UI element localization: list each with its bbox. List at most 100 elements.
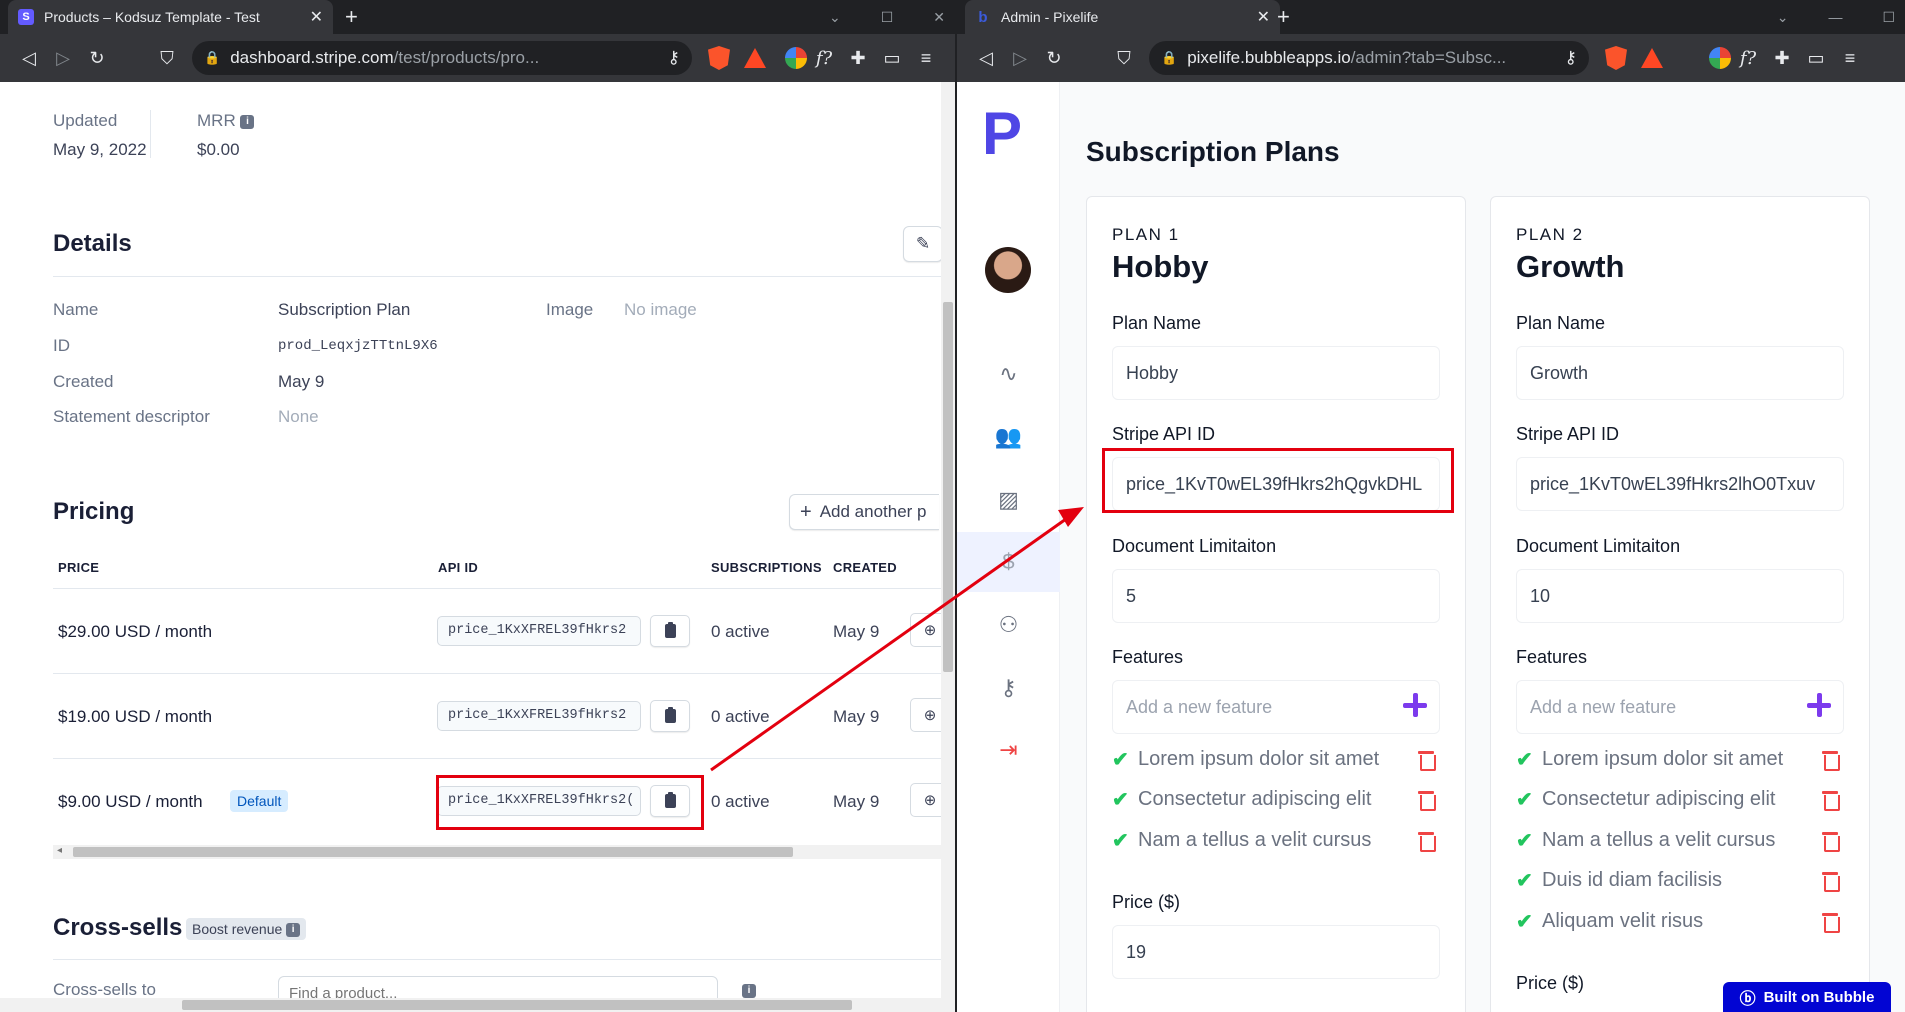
price-input[interactable]: 19 bbox=[1112, 925, 1440, 979]
chevron-down-icon[interactable]: ⌄ bbox=[1777, 9, 1789, 26]
bookmark-icon[interactable]: ⛉ bbox=[1107, 48, 1141, 69]
menu-icon[interactable]: ≡ bbox=[909, 48, 943, 69]
add-feature-plus-icon[interactable] bbox=[1807, 693, 1831, 717]
wallet-icon[interactable]: ▭ bbox=[875, 48, 909, 69]
feature-text: Nam a tellus a velit cursus bbox=[1542, 828, 1776, 851]
statement-descriptor-value: None bbox=[278, 407, 319, 426]
stripe-api-id-input[interactable]: price_1KvT0wEL39fHkrs2lhO0Txuv bbox=[1516, 457, 1844, 511]
trash-icon[interactable] bbox=[1822, 912, 1840, 933]
lock-icon: 🔒 bbox=[1161, 50, 1178, 65]
browser-tab-stripe[interactable]: S Products – Kodsuz Template - Test ✕ bbox=[8, 0, 333, 34]
new-feature-input[interactable]: Add a new feature bbox=[1112, 680, 1440, 734]
address-bar[interactable]: 🔒 dashboard.stripe.com/test/products/pro… bbox=[192, 41, 692, 75]
trash-icon[interactable] bbox=[1822, 831, 1840, 852]
minimize-icon[interactable]: — bbox=[1828, 9, 1842, 25]
copy-button[interactable] bbox=[650, 615, 690, 647]
bookmark-icon[interactable]: ⛉ bbox=[150, 48, 184, 69]
boost-revenue-badge: Boost revenue i bbox=[186, 918, 307, 941]
page-vertical-scrollbar[interactable] bbox=[941, 82, 955, 1012]
maximize-icon[interactable]: ☐ bbox=[881, 9, 894, 26]
trash-icon[interactable] bbox=[1418, 750, 1436, 771]
scrollbar-thumb[interactable] bbox=[73, 847, 793, 857]
feature-text: Consectetur adipiscing elit bbox=[1542, 787, 1776, 810]
maximize-icon[interactable]: ☐ bbox=[1882, 9, 1895, 26]
activity-icon[interactable]: ∿ bbox=[957, 344, 1060, 404]
copy-button[interactable] bbox=[650, 700, 690, 732]
reload-icon[interactable]: ↻ bbox=[1037, 48, 1071, 69]
document-limitation-input[interactable]: 10 bbox=[1516, 569, 1844, 623]
back-icon[interactable]: ◁ bbox=[969, 48, 1003, 69]
updated-label: Updated bbox=[53, 111, 118, 130]
menu-icon[interactable]: ≡ bbox=[1833, 48, 1867, 69]
extensions-puzzle-icon[interactable]: ✚ bbox=[841, 48, 875, 69]
wallet-icon[interactable]: ▭ bbox=[1799, 48, 1833, 69]
trash-icon[interactable] bbox=[1418, 790, 1436, 811]
function-extension-icon[interactable]: f? bbox=[807, 48, 841, 69]
close-window-icon[interactable]: ✕ bbox=[933, 9, 945, 26]
key-icon[interactable]: ⚷ bbox=[1565, 48, 1577, 68]
trash-icon[interactable] bbox=[1418, 831, 1436, 852]
table-horizontal-scrollbar[interactable]: ◂ bbox=[53, 845, 941, 859]
brave-shield-icon[interactable] bbox=[1605, 46, 1627, 70]
close-tab-icon[interactable]: ✕ bbox=[1257, 7, 1270, 27]
extension-color-icon[interactable] bbox=[785, 47, 807, 69]
chevron-down-icon[interactable]: ⌄ bbox=[829, 9, 841, 26]
add-feature-plus-icon[interactable] bbox=[1403, 693, 1427, 717]
column-header-api-id: API ID bbox=[438, 560, 479, 575]
feature-text: Consectetur adipiscing elit bbox=[1138, 787, 1372, 810]
forward-icon[interactable]: ▷ bbox=[1003, 48, 1037, 69]
lock-icon: 🔒 bbox=[204, 50, 221, 65]
trash-icon[interactable] bbox=[1822, 790, 1840, 811]
add-another-price-button[interactable]: + Add another p bbox=[789, 494, 939, 530]
address-bar[interactable]: 🔒 pixelife.bubbleapps.io/admin?tab=Subsc… bbox=[1149, 41, 1589, 75]
user-icon[interactable]: ⚇ bbox=[957, 595, 1060, 655]
created-date: May 9 bbox=[833, 792, 880, 811]
document-limitation-label: Document Limitaiton bbox=[1112, 536, 1277, 556]
image-icon[interactable]: ▨ bbox=[957, 470, 1060, 530]
info-icon[interactable]: i bbox=[286, 923, 301, 938]
avatar[interactable] bbox=[985, 247, 1031, 293]
dollar-icon[interactable]: $ bbox=[957, 532, 1060, 592]
browser-tab-pixelife[interactable]: b Admin - Pixelife ✕ bbox=[965, 0, 1280, 34]
extension-color-icon[interactable] bbox=[1709, 47, 1731, 69]
built-on-bubble-badge[interactable]: ⓑ Built on Bubble bbox=[1723, 982, 1891, 1012]
scroll-left-icon[interactable]: ◂ bbox=[57, 845, 62, 856]
list-item: ✔ Nam a tellus a velit cursus bbox=[1112, 826, 1440, 854]
edit-details-button[interactable]: ✎ bbox=[903, 226, 943, 262]
key-icon[interactable]: ⚷ bbox=[668, 48, 680, 68]
brave-rewards-icon[interactable] bbox=[1641, 48, 1663, 68]
list-item: ✔ Lorem ipsum dolor sit amet bbox=[1516, 745, 1844, 773]
info-icon[interactable]: i bbox=[240, 114, 255, 129]
new-feature-input[interactable]: Add a new feature bbox=[1516, 680, 1844, 734]
api-id-field[interactable]: price_1KxXFREL39fHkrs2 bbox=[437, 616, 641, 646]
new-tab-icon[interactable]: + bbox=[345, 4, 358, 30]
window-controls: ⌄ — ☐ bbox=[1777, 0, 1895, 34]
pixelife-logo[interactable]: P bbox=[982, 104, 1022, 164]
scrollbar-thumb[interactable] bbox=[182, 1000, 852, 1010]
reload-icon[interactable]: ↻ bbox=[80, 48, 114, 69]
forward-icon[interactable]: ▷ bbox=[46, 48, 80, 69]
close-tab-icon[interactable]: ✕ bbox=[310, 7, 323, 27]
new-tab-icon[interactable]: + bbox=[1277, 4, 1290, 30]
trash-icon[interactable] bbox=[1822, 871, 1840, 892]
annotation-highlight-box bbox=[436, 775, 704, 830]
users-icon[interactable]: 👥 bbox=[957, 407, 1060, 467]
page-horizontal-scrollbar[interactable] bbox=[0, 998, 941, 1012]
plan-name-input[interactable]: Growth bbox=[1516, 346, 1844, 400]
scrollbar-thumb[interactable] bbox=[943, 302, 953, 672]
stripe-favicon-icon: S bbox=[18, 9, 34, 25]
trash-icon[interactable] bbox=[1822, 750, 1840, 771]
back-icon[interactable]: ◁ bbox=[12, 48, 46, 69]
brave-shield-icon[interactable] bbox=[708, 46, 730, 70]
stripe-product-page: Updated May 9, 2022 MRR i $0.00 Details … bbox=[0, 82, 955, 1012]
mrr-value: $0.00 bbox=[197, 140, 240, 159]
document-limitation-input[interactable]: 5 bbox=[1112, 569, 1440, 623]
api-id-field[interactable]: price_1KxXFREL39fHkrs2 bbox=[437, 701, 641, 731]
plan-name-input[interactable]: Hobby bbox=[1112, 346, 1440, 400]
column-header-subscriptions: SUBSCRIPTIONS bbox=[711, 560, 822, 575]
logout-icon[interactable]: ⇥ bbox=[957, 720, 1060, 780]
key-icon[interactable]: ⚷ bbox=[957, 658, 1060, 718]
extensions-puzzle-icon[interactable]: ✚ bbox=[1765, 48, 1799, 69]
function-extension-icon[interactable]: f? bbox=[1731, 48, 1765, 69]
brave-rewards-icon[interactable] bbox=[744, 48, 766, 68]
